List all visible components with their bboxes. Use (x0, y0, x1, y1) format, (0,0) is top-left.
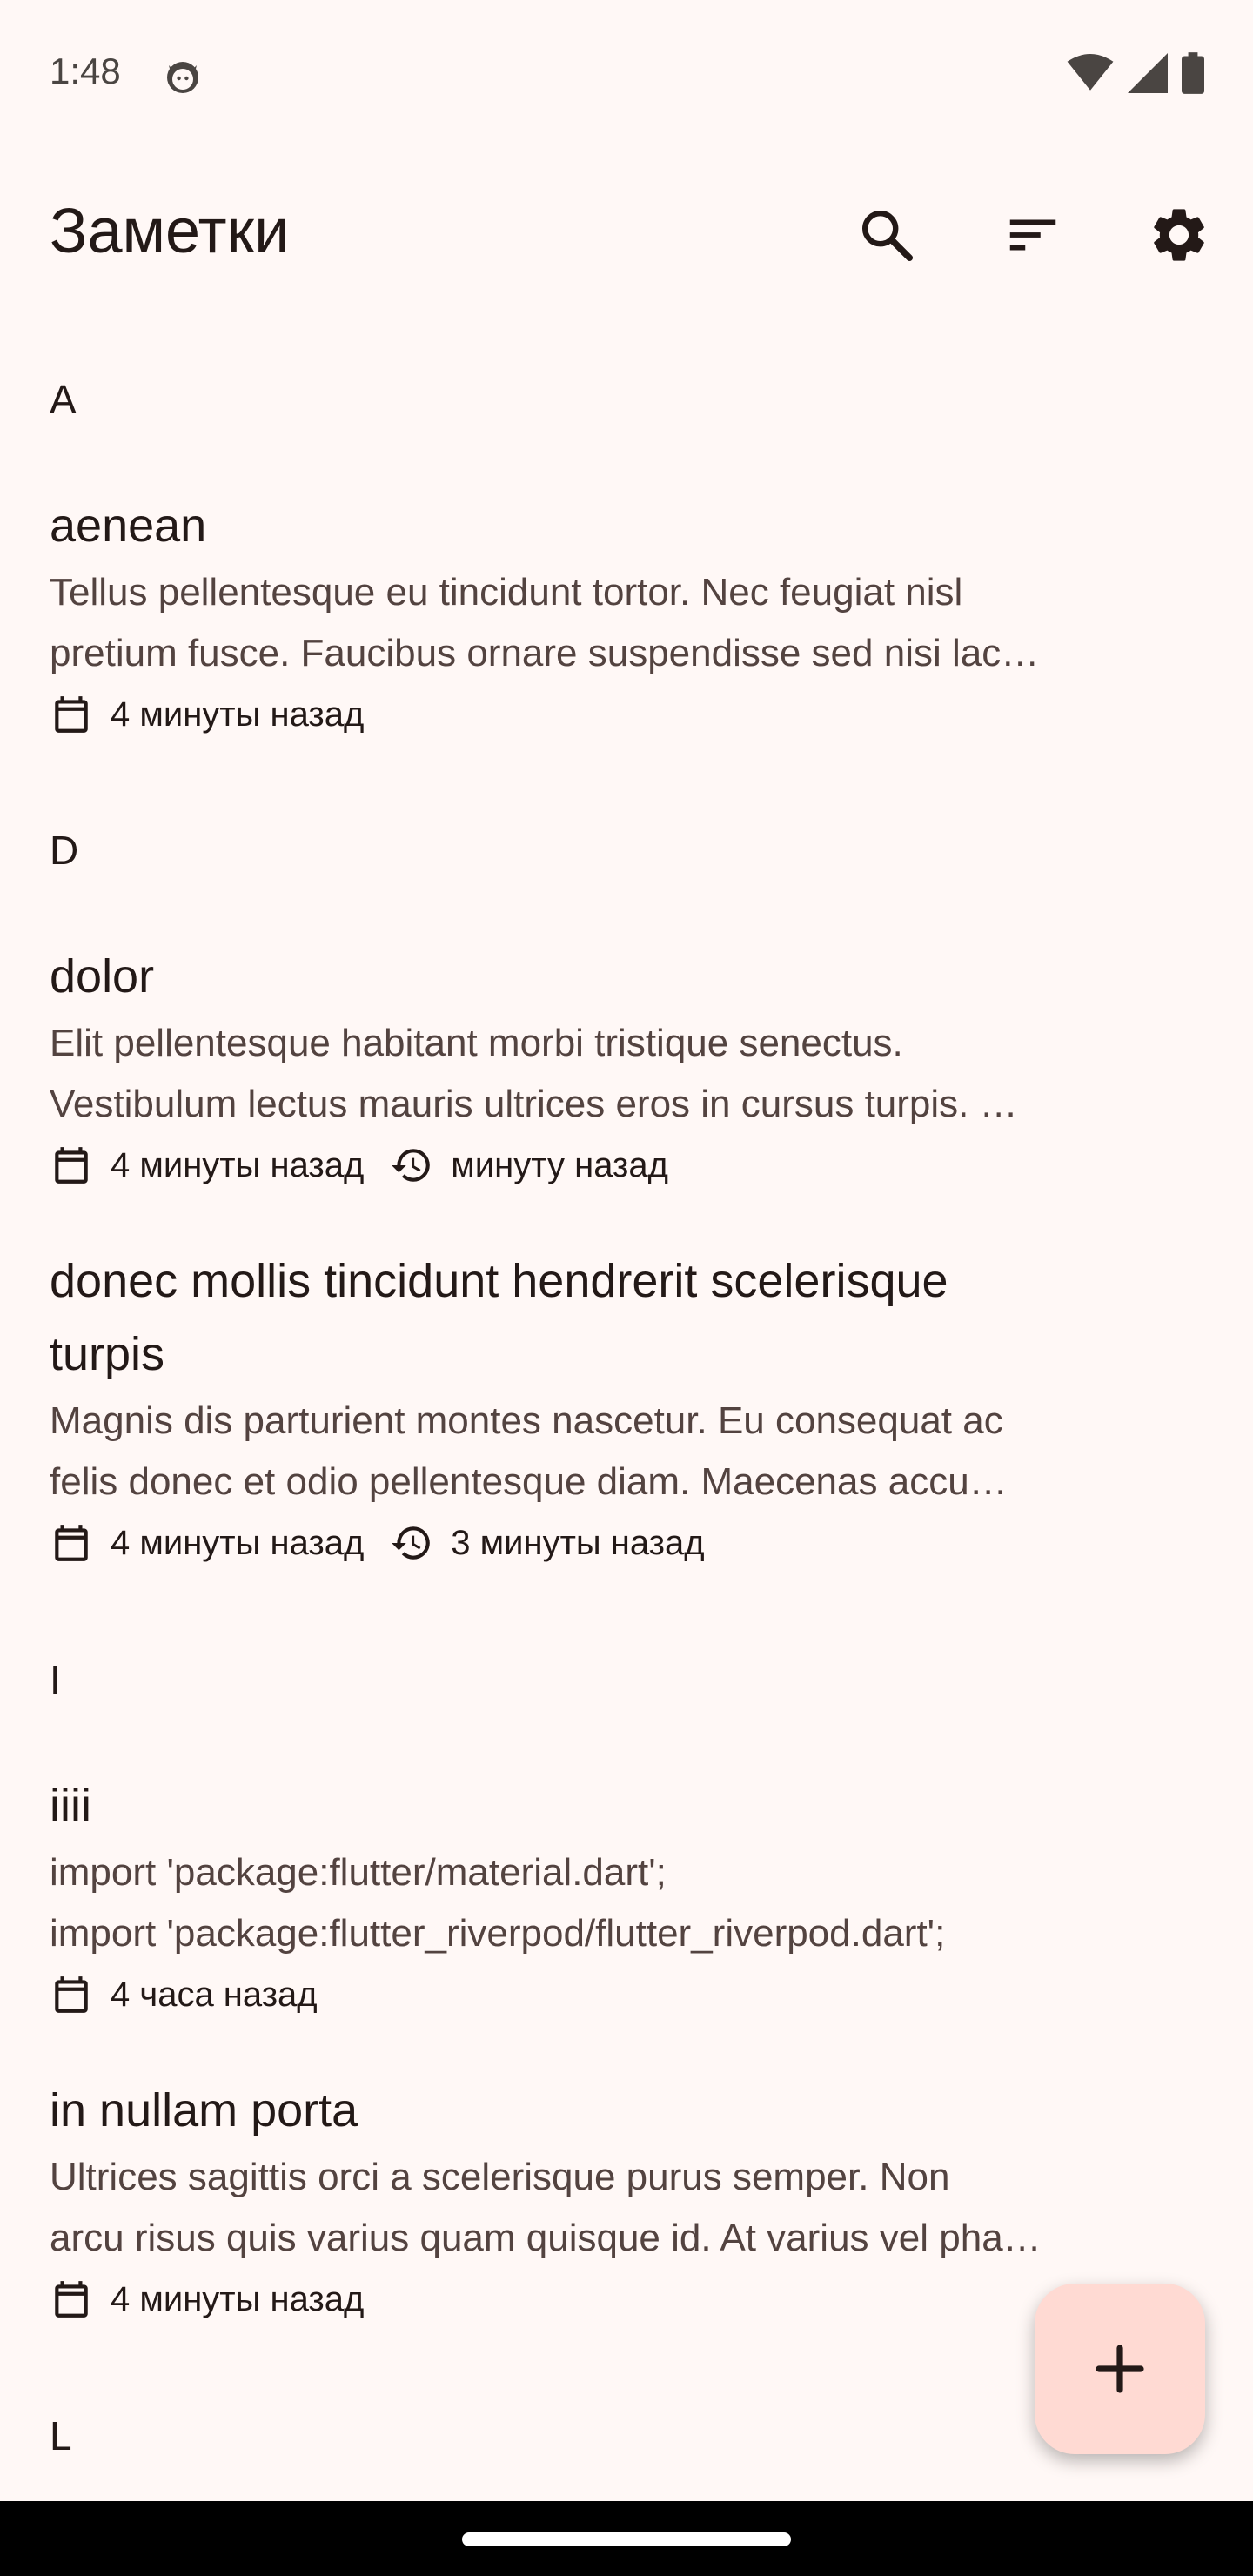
note-item[interactable]: aenean Tellus pellentesque eu tincidunt … (50, 489, 1181, 741)
history-icon (392, 1149, 431, 1182)
note-body-line: Vestibulum lectus mauris ultrices eros i… (50, 1083, 1018, 1125)
navigation-bar (0, 2501, 1253, 2576)
created-date: 4 минуты назад (50, 1144, 364, 1187)
note-body-line: import 'package:flutter/material.dart'; (50, 1851, 667, 1894)
home-handle[interactable] (462, 2532, 791, 2546)
search-icon (862, 210, 914, 262)
modified-date: 3 минуты назад (390, 1521, 705, 1565)
note-item[interactable]: donec mollis tincidunt hendrerit sceleri… (50, 1244, 1181, 1570)
history-icon (392, 1526, 431, 1560)
note-title: iiii (50, 1780, 91, 1832)
status-bar: 1:48 (0, 0, 1253, 148)
calendar-icon (55, 1976, 88, 2013)
calendar-icon (55, 2281, 88, 2318)
created-text: 4 минуты назад (111, 694, 365, 734)
note-body-line: Ultrices sagittis orci a scelerisque pur… (50, 2156, 950, 2198)
note-item[interactable]: in nullam porta Ultrices sagittis orci a… (50, 2074, 1181, 2326)
note-meta: 4 минуты назад (50, 688, 1181, 741)
calendar-icon (55, 696, 88, 733)
note-body-line: arcu risus quis varius quam quisque id. … (50, 2217, 1042, 2259)
note-body-line: import 'package:flutter_riverpod/flutter… (50, 1912, 946, 1955)
note-body-line: Elit pellentesque habitant morbi tristiq… (50, 1022, 903, 1064)
note-body-line: pretium fusce. Faucibus ornare suspendis… (50, 632, 1040, 674)
section-header-a: A (50, 377, 77, 422)
note-title: dolor (50, 950, 155, 1003)
search-button[interactable] (848, 196, 926, 274)
note-title: donec mollis tincidunt hendrerit sceleri… (50, 1255, 948, 1307)
note-title-continued: turpis (50, 1328, 165, 1380)
created-text: 4 минуты назад (111, 1523, 365, 1562)
created-date: 4 минуты назад (50, 693, 364, 736)
note-meta: 4 минуты назад 3 минуты назад (50, 1516, 1181, 1570)
note-body-line: felis donec et odio pellentesque diam. M… (50, 1460, 1008, 1503)
add-note-button[interactable] (1035, 2284, 1205, 2454)
sort-icon (1009, 219, 1056, 251)
created-date: 4 минуты назад (50, 1521, 364, 1565)
calendar-icon (55, 1525, 88, 1561)
settings-button[interactable] (1140, 196, 1218, 274)
note-item[interactable]: dolor Elit pellentesque habitant morbi t… (50, 940, 1181, 1192)
note-body-line: Tellus pellentesque eu tincidunt tortor.… (50, 571, 963, 614)
note-title: aenean (50, 500, 207, 552)
note-meta: 4 минуты назад (50, 2272, 1181, 2326)
section-header-d: D (50, 828, 79, 873)
note-meta: 4 минуты назад минуту назад (50, 1138, 1181, 1192)
cat-icon (167, 62, 198, 93)
section-header-l: L (50, 2413, 72, 2459)
created-text: 4 часа назад (111, 1975, 318, 2014)
created-date: 4 часа назад (50, 1973, 318, 2016)
note-body-line: Magnis dis parturient montes nascetur. E… (50, 1399, 1003, 1442)
modified-date: минуту назад (390, 1144, 668, 1187)
modified-text: 3 минуты назад (451, 1523, 705, 1562)
section-header-i: I (50, 1657, 61, 1702)
status-time: 1:48 (50, 50, 121, 91)
note-item[interactable]: iiii import 'package:flutter/material.da… (50, 1769, 1181, 2022)
battery-icon (1182, 52, 1204, 94)
plus-icon (1096, 2345, 1144, 2393)
wifi-icon (1067, 54, 1114, 91)
sort-button[interactable] (994, 196, 1072, 274)
signal-icon (1128, 53, 1168, 93)
note-title: in nullam porta (50, 2084, 358, 2137)
created-text: 4 минуты назад (111, 1145, 365, 1184)
gear-icon (1154, 209, 1204, 261)
page-title: Заметки (50, 197, 290, 266)
created-date: 4 минуты назад (50, 2277, 364, 2321)
note-meta: 4 часа назад (50, 1968, 1181, 2022)
calendar-icon (55, 1147, 88, 1184)
app-bar: Заметки (0, 148, 1253, 313)
created-text: 4 минуты назад (111, 2279, 365, 2318)
modified-text: минуту назад (451, 1145, 668, 1184)
